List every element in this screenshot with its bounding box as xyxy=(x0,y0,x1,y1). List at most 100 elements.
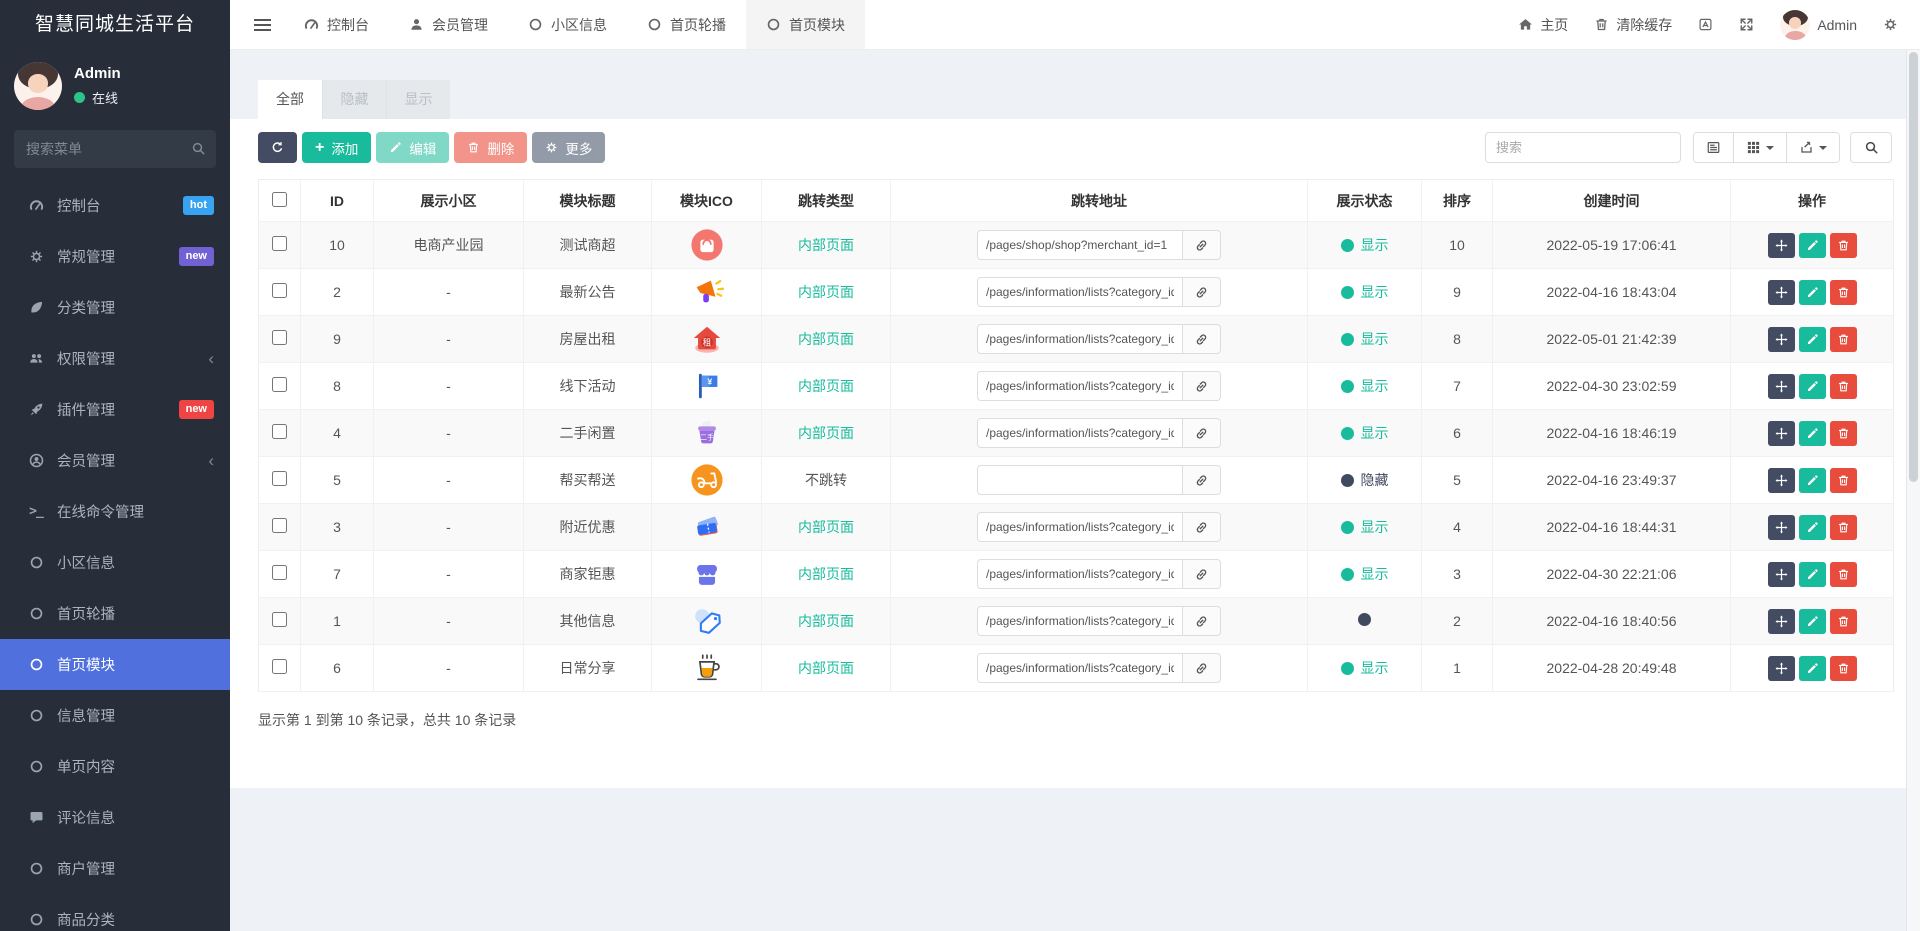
edit-row-button[interactable] xyxy=(1798,232,1826,258)
sidebar-item-插件管理[interactable]: 插件管理 new xyxy=(0,384,230,435)
drag-sort-button[interactable] xyxy=(1767,326,1795,352)
row-checkbox[interactable] xyxy=(272,612,287,627)
delete-row-button[interactable] xyxy=(1829,232,1857,258)
jump-url-input[interactable] xyxy=(977,512,1183,542)
home-link[interactable]: 主页 xyxy=(1518,15,1568,35)
drag-sort-button[interactable] xyxy=(1767,232,1795,258)
filter-tab-显示[interactable]: 显示 xyxy=(386,80,450,119)
sidebar-item-单页内容[interactable]: 单页内容 xyxy=(0,741,230,792)
jump-url-input[interactable] xyxy=(977,465,1183,495)
edit-row-button[interactable] xyxy=(1798,326,1826,352)
drag-sort-button[interactable] xyxy=(1767,561,1795,587)
language-button[interactable] xyxy=(1698,17,1713,32)
jump-url-input[interactable] xyxy=(977,230,1183,260)
link-button[interactable] xyxy=(1183,230,1221,260)
drag-sort-button[interactable] xyxy=(1767,514,1795,540)
edit-row-button[interactable] xyxy=(1798,561,1826,587)
link-button[interactable] xyxy=(1183,465,1221,495)
sidebar-item-评论信息[interactable]: 评论信息 xyxy=(0,792,230,843)
select-all-checkbox[interactable] xyxy=(272,191,287,207)
edit-row-button[interactable] xyxy=(1798,608,1826,634)
user-menu[interactable]: Admin xyxy=(1780,9,1857,40)
delete-row-button[interactable] xyxy=(1829,561,1857,587)
topnav-tab-首页轮播[interactable]: 首页轮播 xyxy=(627,0,746,49)
drag-sort-button[interactable] xyxy=(1767,608,1795,634)
filter-tab-全部[interactable]: 全部 xyxy=(258,80,322,119)
sidebar-item-信息管理[interactable]: 信息管理 xyxy=(0,690,230,741)
delete-row-button[interactable] xyxy=(1829,655,1857,681)
sidebar-item-商品分类[interactable]: 商品分类 xyxy=(0,894,230,931)
link-button[interactable] xyxy=(1183,512,1221,542)
edit-row-button[interactable] xyxy=(1798,514,1826,540)
edit-button[interactable]: 编辑 xyxy=(376,132,450,163)
columns-button[interactable] xyxy=(1733,133,1786,162)
sidebar-toggle-button[interactable] xyxy=(240,0,284,49)
row-checkbox[interactable] xyxy=(272,424,287,439)
edit-row-button[interactable] xyxy=(1798,655,1826,681)
jump-url-input[interactable] xyxy=(977,371,1183,401)
fullscreen-button[interactable] xyxy=(1739,17,1754,32)
search-toggle-button[interactable] xyxy=(1850,132,1892,163)
delete-row-button[interactable] xyxy=(1829,420,1857,446)
jump-url-input[interactable] xyxy=(977,559,1183,589)
jump-url-input[interactable] xyxy=(977,324,1183,354)
row-checkbox[interactable] xyxy=(272,659,287,674)
filter-tab-隐藏[interactable]: 隐藏 xyxy=(322,80,386,119)
jump-url-input[interactable] xyxy=(977,606,1183,636)
more-button[interactable]: 更多 xyxy=(532,132,606,163)
delete-row-button[interactable] xyxy=(1829,373,1857,399)
link-button[interactable] xyxy=(1183,324,1221,354)
detail-view-button[interactable] xyxy=(1694,133,1733,162)
settings-button[interactable] xyxy=(1883,17,1898,32)
table-search-input[interactable] xyxy=(1485,132,1681,163)
vertical-scrollbar[interactable] xyxy=(1906,50,1920,931)
sidebar-item-在线命令管理[interactable]: >_ 在线命令管理 xyxy=(0,486,230,537)
link-button[interactable] xyxy=(1183,606,1221,636)
delete-row-button[interactable] xyxy=(1829,467,1857,493)
sidebar-item-分类管理[interactable]: 分类管理 xyxy=(0,282,230,333)
edit-row-button[interactable] xyxy=(1798,279,1826,305)
sidebar-item-首页模块[interactable]: 首页模块 xyxy=(0,639,230,690)
link-button[interactable] xyxy=(1183,559,1221,589)
topnav-tab-会员管理[interactable]: 会员管理 xyxy=(389,0,508,49)
delete-row-button[interactable] xyxy=(1829,326,1857,352)
drag-sort-button[interactable] xyxy=(1767,655,1795,681)
topnav-tab-控制台[interactable]: 控制台 xyxy=(284,0,389,49)
sidebar-item-小区信息[interactable]: 小区信息 xyxy=(0,537,230,588)
row-checkbox[interactable] xyxy=(272,377,287,392)
export-button[interactable] xyxy=(1786,133,1839,162)
refresh-button[interactable] xyxy=(258,132,297,163)
sidebar-item-商户管理[interactable]: 商户管理 xyxy=(0,843,230,894)
delete-row-button[interactable] xyxy=(1829,608,1857,634)
menu-search-input[interactable] xyxy=(14,130,216,168)
row-checkbox[interactable] xyxy=(272,518,287,533)
row-checkbox[interactable] xyxy=(272,565,287,580)
row-checkbox[interactable] xyxy=(272,283,287,298)
edit-row-button[interactable] xyxy=(1798,420,1826,446)
row-checkbox[interactable] xyxy=(272,330,287,345)
clear-cache-button[interactable]: 清除缓存 xyxy=(1594,15,1672,35)
drag-sort-button[interactable] xyxy=(1767,467,1795,493)
row-checkbox[interactable] xyxy=(272,471,287,486)
delete-button[interactable]: 删除 xyxy=(454,132,528,163)
link-button[interactable] xyxy=(1183,371,1221,401)
edit-row-button[interactable] xyxy=(1798,467,1826,493)
scrollbar-thumb[interactable] xyxy=(1909,52,1918,482)
row-checkbox[interactable] xyxy=(272,236,287,251)
sidebar-item-控制台[interactable]: 控制台 hot xyxy=(0,180,230,231)
link-button[interactable] xyxy=(1183,277,1221,307)
drag-sort-button[interactable] xyxy=(1767,279,1795,305)
add-button[interactable]: + 添加 xyxy=(302,132,372,163)
drag-sort-button[interactable] xyxy=(1767,420,1795,446)
drag-sort-button[interactable] xyxy=(1767,373,1795,399)
topnav-tab-小区信息[interactable]: 小区信息 xyxy=(508,0,627,49)
jump-url-input[interactable] xyxy=(977,418,1183,448)
link-button[interactable] xyxy=(1183,653,1221,683)
delete-row-button[interactable] xyxy=(1829,279,1857,305)
delete-row-button[interactable] xyxy=(1829,514,1857,540)
sidebar-item-权限管理[interactable]: 权限管理 ‹ xyxy=(0,333,230,384)
edit-row-button[interactable] xyxy=(1798,373,1826,399)
topnav-tab-首页模块[interactable]: 首页模块 xyxy=(746,0,865,49)
jump-url-input[interactable] xyxy=(977,277,1183,307)
sidebar-item-会员管理[interactable]: 会员管理 ‹ xyxy=(0,435,230,486)
